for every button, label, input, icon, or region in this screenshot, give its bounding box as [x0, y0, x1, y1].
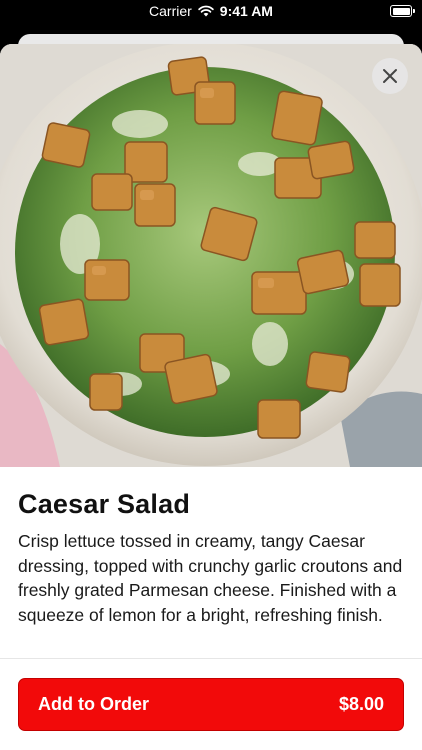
item-image	[0, 44, 422, 467]
item-title: Caesar Salad	[18, 489, 191, 519]
close-button[interactable]	[372, 58, 408, 94]
add-to-order-label: Add to Order	[38, 694, 149, 714]
carrier-label: Carrier	[149, 3, 192, 19]
battery-icon	[390, 5, 415, 17]
wifi-icon	[198, 5, 214, 17]
item-details: Caesar Salad Crisp lettuce tossed in cre…	[18, 489, 404, 627]
add-to-order-button[interactable]: Add to Order $8.00	[18, 678, 404, 731]
close-icon	[383, 69, 397, 83]
status-bar: Carrier 9:41 AM	[0, 0, 422, 24]
divider	[0, 658, 422, 659]
time-label: 9:41 AM	[219, 3, 273, 19]
price-label: $8.00	[338, 694, 384, 714]
item-detail-sheet: Caesar Salad Crisp lettuce tossed in cre…	[0, 44, 422, 750]
salad-illustration	[0, 44, 422, 467]
status-center: Carrier 9:41 AM	[0, 3, 422, 19]
item-description: Crisp lettuce tossed in creamy, tangy Ca…	[18, 531, 403, 625]
